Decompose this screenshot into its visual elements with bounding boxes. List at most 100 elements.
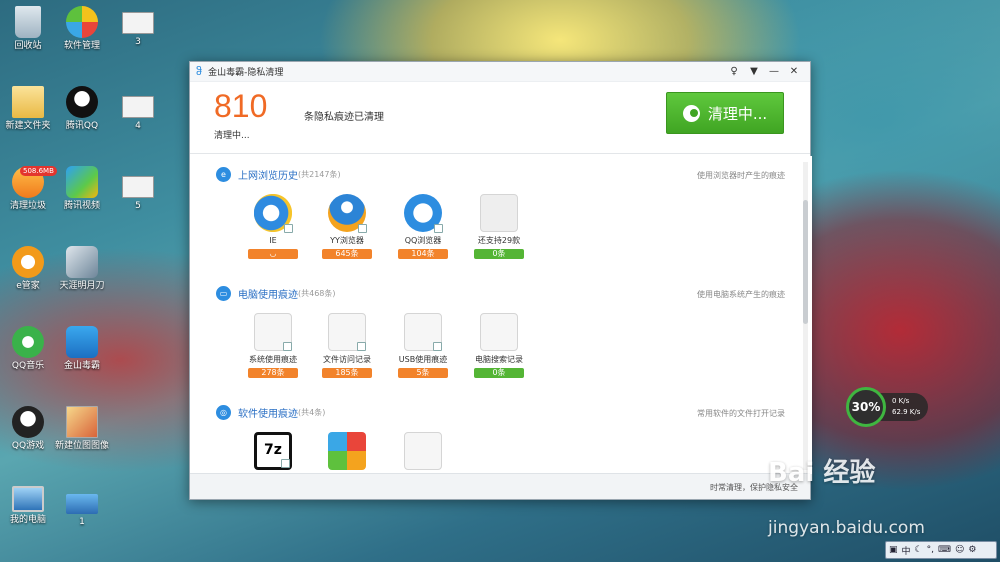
item-ie[interactable]: IE ◡ (242, 194, 304, 259)
image-file-icon (122, 12, 154, 34)
monitor-icon: ▭ (216, 285, 231, 301)
checkbox-icon[interactable] (357, 342, 366, 351)
section-hint: 使用浏览器时产生的痕迹 (697, 171, 785, 180)
item-file-access[interactable]: 文件访问记录 185条 (316, 313, 378, 378)
section-title: 电脑使用痕迹 (238, 289, 298, 301)
desktop-icon-3[interactable]: 3 (110, 12, 166, 48)
checkbox-icon[interactable] (284, 224, 293, 233)
checkbox-icon[interactable] (434, 224, 443, 233)
folder-icon (12, 86, 44, 118)
duba-icon (66, 326, 98, 358)
duba-logo-icon: ჵ (196, 65, 203, 78)
section-header[interactable]: ▭ 电脑使用痕迹 (共468条) (216, 285, 336, 301)
system-tray[interactable]: ▣ 中 ☾ °, ⌨ ☺ ⚙ (885, 541, 997, 559)
progress-spinner-icon (682, 104, 700, 122)
upload-speed: 0 K/s (892, 397, 910, 405)
item-tag-loading: ◡ (248, 249, 298, 259)
section-hint: 常用软件的文件打开记录 (697, 409, 785, 418)
clean-button-label: 清理中... (707, 104, 768, 123)
qq-penguin-icon (66, 86, 98, 118)
item-tag: 185条 (322, 368, 372, 378)
item-fw[interactable] (392, 432, 454, 470)
minimize-button[interactable]: — (764, 66, 784, 77)
ie-icon (254, 194, 293, 233)
item-qq-browser[interactable]: QQ浏览器 104条 (392, 194, 454, 259)
item-name: QQ浏览器 (404, 236, 442, 245)
checkbox-icon[interactable] (283, 342, 292, 351)
menu-button[interactable]: ▼ (744, 66, 764, 77)
file-icon (66, 494, 98, 514)
folder-icon (328, 313, 366, 351)
checkbox-icon[interactable] (281, 459, 290, 468)
section-header[interactable]: e 上网浏览历史 (共2147条) (216, 166, 341, 182)
footer: 时常清理，保护隐私安全 (190, 473, 810, 499)
desktop-icon-qq-music[interactable]: QQ音乐 (0, 326, 56, 372)
section-header[interactable]: ◎ 软件使用痕迹 (共4条) (216, 404, 325, 420)
image-file-icon (122, 96, 154, 118)
item-system-usage[interactable]: 系统使用痕迹 278条 (242, 313, 304, 378)
item-usb-usage[interactable]: USB使用痕迹 5条 (392, 313, 454, 378)
yy-browser-icon (328, 194, 367, 233)
privacy-clean-window: ჵ 金山毒霸-隐私清理 ♀ ▼ — ✕ 810 条隐私痕迹已清理 清理中... … (189, 61, 812, 500)
desktop-icon-tianya[interactable]: 天涯明月刀 (54, 246, 110, 292)
search-icon (480, 313, 518, 351)
more-browsers-icon (480, 194, 518, 232)
qq-browser-icon (404, 194, 443, 233)
item-name: 文件访问记录 (323, 355, 371, 364)
item-tag: 645条 (322, 249, 372, 259)
desktop-icon-my-computer[interactable]: 我的电脑 (0, 486, 56, 526)
desktop-icon-software-manager[interactable]: 软件管理 (54, 6, 110, 52)
moon-icon[interactable]: ☾ (915, 545, 923, 555)
close-button[interactable]: ✕ (784, 66, 804, 77)
desktop-icon-1[interactable]: 1 (54, 494, 110, 528)
computer-icon (12, 486, 44, 512)
desktop-icon-e-manager[interactable]: e管家 (0, 246, 56, 292)
qq-game-icon (12, 406, 44, 438)
browser-icon: e (216, 166, 231, 182)
checkbox-icon[interactable] (433, 342, 442, 351)
tianya-game-icon (66, 246, 98, 278)
summary-header: 810 条隐私痕迹已清理 清理中... 清理中... (190, 82, 810, 154)
ime-label[interactable]: 中 (902, 544, 911, 557)
fireworks-icon (404, 432, 442, 470)
pin-button[interactable]: ♀ (724, 66, 744, 77)
item-office[interactable] (316, 432, 378, 470)
section-count: (共4条) (298, 407, 326, 417)
item-name: 还支持29款 (477, 236, 521, 245)
section-count: (共468条) (298, 288, 336, 298)
punctuation-icon[interactable]: °, (927, 545, 934, 555)
software-icon: ◎ (216, 404, 231, 420)
user-icon[interactable]: ☺ (955, 545, 964, 555)
item-yy-browser[interactable]: YY浏览器 645条 (316, 194, 378, 259)
desktop-icon-recycle-bin[interactable]: 回收站 (0, 6, 56, 52)
desktop-icon-tencent-video[interactable]: 腾讯视频 (54, 166, 110, 212)
cleaned-count: 810 (214, 88, 268, 124)
clean-button[interactable]: 清理中... (666, 92, 784, 134)
item-7z[interactable]: 7z (242, 432, 304, 470)
desktop-icon-duba[interactable]: 金山毒霸 (54, 326, 110, 372)
ime-icon[interactable]: ▣ (889, 545, 898, 555)
scrollbar[interactable] (803, 162, 808, 470)
scrollbar-thumb[interactable] (803, 200, 808, 324)
network-gauge[interactable]: 0 K/s 62.9 K/s 30% (846, 387, 930, 427)
tencent-video-icon (66, 166, 98, 198)
item-tag: 5条 (398, 368, 448, 378)
e-manager-icon (12, 246, 44, 278)
title-bar[interactable]: ჵ 金山毒霸-隐私清理 ♀ ▼ — ✕ (190, 62, 810, 82)
windows-icon (254, 313, 292, 351)
checkbox-icon[interactable] (358, 224, 367, 233)
desktop-icon-new-bitmap[interactable]: 新建位图图像 (54, 406, 110, 452)
desktop-icon-qq-game[interactable]: QQ游戏 (0, 406, 56, 452)
desktop-icon-5[interactable]: 5 (110, 176, 166, 212)
image-file-icon (122, 176, 154, 198)
item-search-records[interactable]: 电脑搜索记录 0条 (468, 313, 530, 378)
section-hint: 使用电脑系统产生的痕迹 (697, 290, 785, 299)
item-more-browsers[interactable]: 还支持29款 0条 (468, 194, 530, 259)
desktop-icon-new-folder[interactable]: 新建文件夹 (0, 86, 56, 132)
desktop-icon-4[interactable]: 4 (110, 96, 166, 132)
keyboard-icon[interactable]: ⌨ (938, 545, 951, 555)
settings-icon[interactable]: ⚙ (968, 545, 976, 555)
item-name: USB使用痕迹 (398, 355, 448, 364)
usb-icon (404, 313, 442, 351)
desktop-icon-qq[interactable]: 腾讯QQ (54, 86, 110, 132)
